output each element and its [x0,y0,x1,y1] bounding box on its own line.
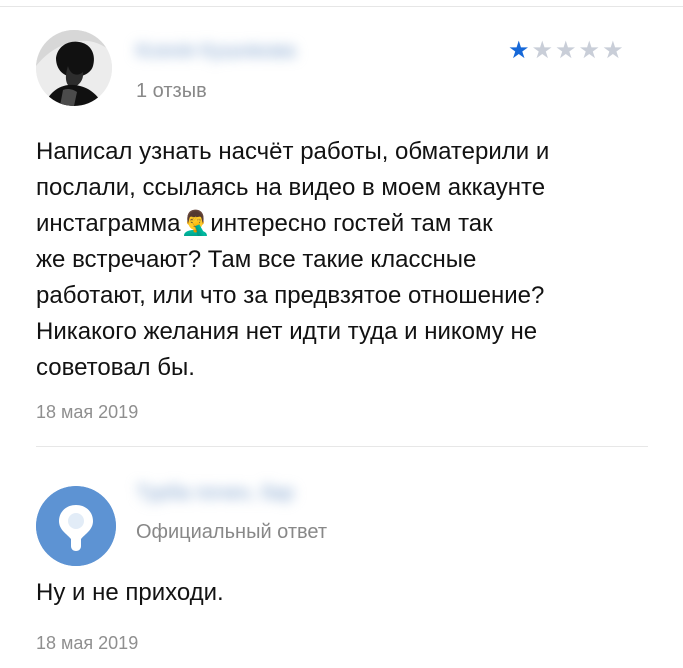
star-icon: ★ [602,37,624,64]
star-icon: ★ [531,37,554,64]
review-date: 18 мая 2019 [36,402,139,422]
star-icon: ★ [578,37,601,64]
review-count: 1 отзыв [136,80,207,102]
star-rating: ★ ★ ★ ★ ★ [508,39,624,63]
official-response-label: Официальный ответ [136,521,328,543]
location-pin-icon[interactable] [36,486,116,566]
response-text: Ну и не приходи. [36,579,224,606]
star-icon: ★ [508,37,530,64]
star-icon: ★ [555,37,577,64]
official-response-card: Турба почен, бар Официальный ответ Ну и … [0,448,683,668]
reviewer-name[interactable]: Ксенія Кушнікова [136,39,361,63]
review-card: Ксенія Кушнікова 1 отзыв ★ ★ ★ ★ ★ Напис… [0,0,683,448]
user-avatar-icon[interactable] [36,30,112,106]
review-text: Написал узнать насчёт работы, обматерили… [36,138,550,381]
response-date: 18 мая 2019 [36,633,139,653]
business-name[interactable]: Турба почен, бар [136,481,366,505]
review-separator [36,446,648,447]
